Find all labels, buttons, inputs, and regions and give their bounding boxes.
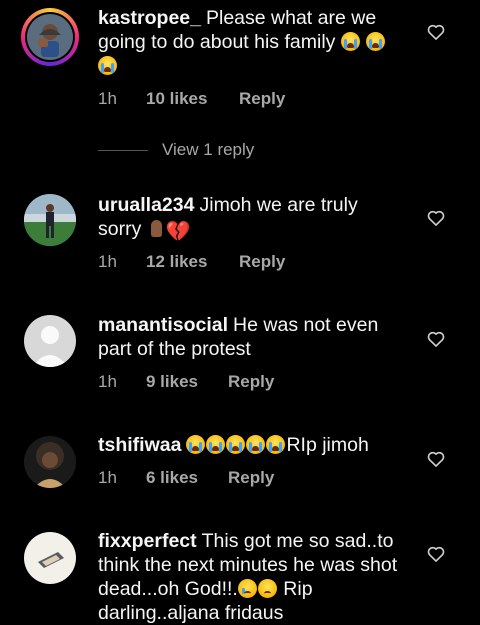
comment-username[interactable]: manantisocial [98, 314, 228, 336]
likes-count[interactable]: 9 likes [146, 372, 228, 392]
avatar[interactable] [24, 436, 76, 488]
heart-outline-icon [427, 210, 445, 226]
comment-time: 1h [98, 372, 117, 391]
comment-body: manantisocial He was not even part of the… [98, 313, 398, 361]
comment-username[interactable]: urualla234 [98, 194, 194, 216]
comment-body: tshifiwaa RIp jimoh [98, 433, 418, 457]
like-button[interactable] [426, 208, 446, 228]
comment-text: RIp jimoh [286, 434, 369, 456]
likes-count[interactable]: 10 likes [146, 89, 239, 109]
comment-meta: 1h 6 likes Reply [98, 468, 274, 488]
comment-time: 1h [98, 468, 117, 487]
comment-body: urualla234 Jimoh we are truly sorry 💔 [98, 193, 398, 242]
comment-body: fixxperfect This got me so sad..to think … [98, 529, 398, 625]
loudly-crying-face-icon [246, 435, 266, 454]
loudly-crying-face-icon [366, 32, 386, 51]
like-button[interactable] [426, 329, 446, 349]
loudly-crying-face-icon [98, 56, 117, 75]
reply-button[interactable]: Reply [228, 468, 274, 488]
comment-body: kastropee_ Please what are we going to do… [98, 6, 398, 78]
view-replies-button[interactable]: View 1 reply [98, 140, 254, 160]
likes-count[interactable]: 6 likes [146, 468, 228, 488]
loudly-crying-face-icon [206, 435, 226, 454]
loudly-crying-face-icon [186, 435, 206, 454]
like-button[interactable] [426, 544, 446, 564]
heart-outline-icon [427, 451, 445, 467]
broken-heart-icon: 💔 [165, 221, 191, 243]
comment-meta: 1h 12 likes Reply [98, 252, 285, 272]
loudly-crying-face-icon [266, 435, 286, 454]
comment-username[interactable]: tshifiwaa [98, 434, 181, 456]
avatar[interactable] [24, 532, 76, 584]
heart-outline-icon [427, 331, 445, 347]
reply-button[interactable]: Reply [239, 252, 285, 272]
comment-meta: 1h 9 likes Reply [98, 372, 274, 392]
avatar[interactable] [21, 8, 79, 66]
like-button[interactable] [426, 22, 446, 42]
comment-time: 1h [98, 89, 117, 108]
view-replies-label: View 1 reply [162, 140, 255, 159]
reply-button[interactable]: Reply [228, 372, 274, 392]
folded-hands-icon [147, 219, 166, 238]
comment-username[interactable]: fixxperfect [98, 530, 197, 552]
worried-face-icon [257, 579, 277, 598]
likes-count[interactable]: 12 likes [146, 252, 239, 272]
heart-outline-icon [427, 546, 445, 562]
comment-meta: 1h 10 likes Reply [98, 89, 285, 109]
like-button[interactable] [426, 449, 446, 469]
loudly-crying-face-icon [226, 435, 246, 454]
heart-outline-icon [427, 24, 445, 40]
crying-face-icon [237, 579, 257, 598]
comment-username[interactable]: kastropee_ [98, 7, 201, 29]
reply-button[interactable]: Reply [239, 89, 285, 109]
avatar[interactable] [24, 194, 76, 246]
avatar[interactable] [24, 315, 76, 367]
divider [98, 149, 148, 151]
comment-time: 1h [98, 252, 117, 271]
loudly-crying-face-icon [340, 32, 360, 51]
